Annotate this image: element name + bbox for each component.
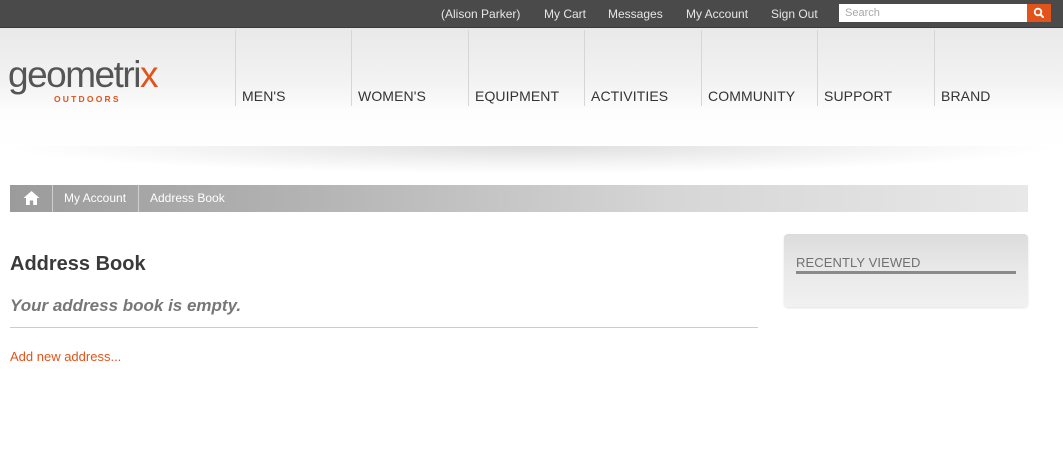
logo-tagline: OUTDOORS [54,94,121,104]
empty-message: Your address book is empty. [10,296,242,315]
home-icon [23,191,40,205]
header-shadow [0,146,1063,174]
breadcrumb-my-account[interactable]: My Account [64,185,126,212]
nav-item-community[interactable]: COMMUNITY [701,30,817,106]
user-name-link[interactable]: (Alison Parker) [441,7,520,21]
site-header: geometrix OUTDOORS MEN'S WOMEN'S EQUIPME… [0,28,1063,174]
nav-item-equipment[interactable]: EQUIPMENT [468,30,584,106]
recently-viewed-title: RECENTLY VIEWED [796,255,921,270]
page-title: Address Book [10,253,146,275]
nav-item-mens[interactable]: MEN'S [235,30,351,106]
recently-viewed-panel: RECENTLY VIEWED [784,234,1028,307]
nav-item-brand[interactable]: BRAND [934,30,1050,106]
sign-out-link[interactable]: Sign Out [771,7,818,21]
nav-label-brand: BRAND [941,88,991,104]
search-icon [1033,7,1044,18]
site-logo[interactable]: geometrix OUTDOORS [8,56,183,106]
top-utility-bar: (Alison Parker) My Cart Messages My Acco… [0,0,1063,28]
nav-label-womens: WOMEN'S [358,88,426,104]
my-cart-link[interactable]: My Cart [544,7,586,21]
recently-viewed-rule [796,271,1016,274]
content-divider [10,327,758,328]
nav-label-support: SUPPORT [824,88,893,104]
nav-label-equipment: EQUIPMENT [475,88,560,104]
nav-item-activities[interactable]: ACTIVITIES [584,30,701,106]
nav-label-activities: ACTIVITIES [591,88,669,104]
breadcrumb: My Account Address Book [10,185,1028,212]
add-new-address-link[interactable]: Add new address... [10,349,121,364]
my-account-link[interactable]: My Account [686,7,748,21]
search-button[interactable] [1027,4,1051,22]
logo-x-mark: x [139,54,159,95]
breadcrumb-address-book: Address Book [150,191,225,205]
nav-label-mens: MEN'S [242,88,286,104]
nav-item-womens[interactable]: WOMEN'S [351,30,468,106]
nav-label-community: COMMUNITY [708,88,796,104]
nav-item-support[interactable]: SUPPORT [817,30,934,106]
search-box [839,4,1051,22]
search-input[interactable] [839,4,1027,22]
messages-link[interactable]: Messages [608,7,663,21]
breadcrumb-home[interactable] [10,185,53,212]
logo-wordmark: geometrix [8,54,159,95]
breadcrumb-separator [138,185,139,212]
